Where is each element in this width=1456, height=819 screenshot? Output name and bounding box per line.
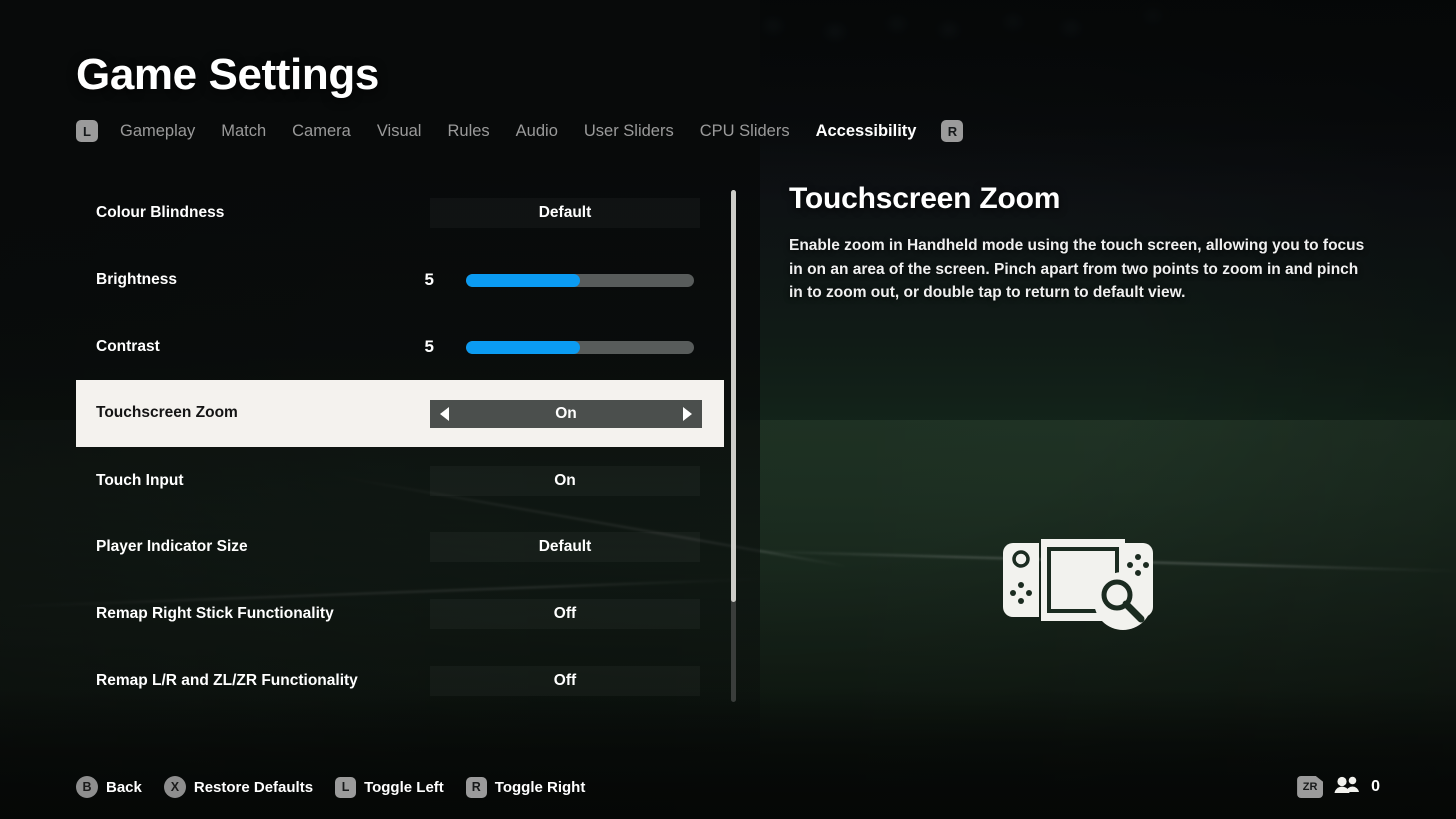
brightness-slider[interactable]	[466, 273, 694, 287]
tab-match[interactable]: Match	[208, 120, 279, 142]
slider-fill	[466, 340, 580, 354]
contrast-slider[interactable]	[466, 340, 694, 354]
setting-label: Colour Blindness	[96, 203, 225, 221]
page-title: Game Settings	[76, 50, 379, 99]
left-bumper-icon[interactable]: L	[76, 120, 98, 142]
settings-row-contrast[interactable]: Contrast 5	[76, 314, 724, 380]
settings-row-touch-input[interactable]: Touch Input On	[76, 448, 724, 514]
footer-hint-bar: B Back X Restore Defaults L Toggle Left …	[76, 773, 585, 801]
detail-title: Touchscreen Zoom	[789, 182, 1061, 215]
zr-button-icon[interactable]: ZR	[1297, 776, 1324, 798]
scrollbar-thumb[interactable]	[731, 190, 736, 602]
setting-label: Brightness	[96, 270, 177, 288]
settings-scrollbar[interactable]	[731, 190, 736, 702]
setting-label: Remap L/R and ZL/ZR Functionality	[96, 671, 358, 689]
hint-label: Toggle Right	[494, 778, 586, 796]
settings-list: Colour Blindness Default Brightness 5 Co…	[76, 180, 724, 710]
b-button-icon[interactable]: B	[76, 776, 98, 798]
hint-toggle-left[interactable]: L Toggle Left	[335, 776, 444, 798]
x-button-icon[interactable]: X	[163, 776, 186, 798]
tab-audio[interactable]: Audio	[503, 120, 571, 142]
setting-value[interactable]: Off	[430, 666, 700, 696]
setting-label: Remap Right Stick Functionality	[96, 604, 334, 622]
tab-gameplay[interactable]: Gameplay	[107, 120, 208, 142]
settings-row-player-indicator-size[interactable]: Player Indicator Size Default	[76, 514, 724, 580]
settings-row-colour-blindness[interactable]: Colour Blindness Default	[76, 180, 724, 246]
hint-restore-defaults[interactable]: X Restore Defaults	[163, 776, 314, 798]
setting-value: 5	[424, 337, 434, 356]
tab-visual[interactable]: Visual	[364, 120, 435, 142]
setting-label: Contrast	[96, 337, 160, 355]
settings-row-remap-right-stick[interactable]: Remap Right Stick Functionality Off	[76, 581, 724, 647]
setting-value-stepper[interactable]: On	[430, 399, 702, 428]
footer-status-bar: ZR 0	[1297, 773, 1380, 801]
settings-row-brightness[interactable]: Brightness 5	[76, 247, 724, 313]
settings-tab-bar: L Gameplay Match Camera Visual Rules Aud…	[76, 120, 964, 142]
setting-value[interactable]: On	[430, 466, 700, 496]
setting-value[interactable]: Off	[430, 599, 700, 629]
tab-camera[interactable]: Camera	[279, 120, 364, 142]
switch-handheld-zoom-icon	[995, 525, 1170, 635]
setting-label: Touchscreen Zoom	[96, 404, 238, 422]
setting-value: On	[555, 404, 577, 422]
r-button-icon[interactable]: R	[465, 776, 487, 798]
settings-row-touchscreen-zoom[interactable]: Touchscreen Zoom On	[76, 380, 724, 447]
tab-cpu-sliders[interactable]: CPU Sliders	[687, 120, 803, 142]
players-count: 0	[1371, 778, 1380, 795]
setting-value[interactable]: Default	[430, 198, 700, 228]
hint-toggle-right[interactable]: R Toggle Right	[465, 776, 586, 798]
stepper-right-arrow-icon[interactable]	[683, 406, 692, 421]
tab-user-sliders[interactable]: User Sliders	[571, 120, 687, 142]
setting-value: 5	[424, 270, 434, 289]
players-icon	[1334, 776, 1360, 799]
detail-panel: Touchscreen Zoom Enable zoom in Handheld…	[789, 182, 1369, 305]
tab-accessibility[interactable]: Accessibility	[803, 120, 930, 142]
right-bumper-icon[interactable]: R	[941, 120, 964, 142]
settings-row-remap-lr-zlzr[interactable]: Remap L/R and ZL/ZR Functionality Off	[76, 648, 724, 714]
slider-fill	[466, 273, 580, 287]
l-button-icon[interactable]: L	[335, 776, 357, 798]
setting-value[interactable]: Default	[430, 532, 700, 562]
setting-label: Touch Input	[96, 471, 184, 489]
hint-back[interactable]: B Back	[76, 776, 142, 798]
setting-label: Player Indicator Size	[96, 537, 248, 555]
tab-rules[interactable]: Rules	[434, 120, 502, 142]
hint-label: Back	[106, 778, 142, 796]
stepper-left-arrow-icon[interactable]	[440, 406, 449, 421]
hint-label: Restore Defaults	[193, 778, 314, 796]
hint-label: Toggle Left	[364, 778, 444, 796]
detail-description: Enable zoom in Handheld mode using the t…	[789, 237, 1365, 302]
